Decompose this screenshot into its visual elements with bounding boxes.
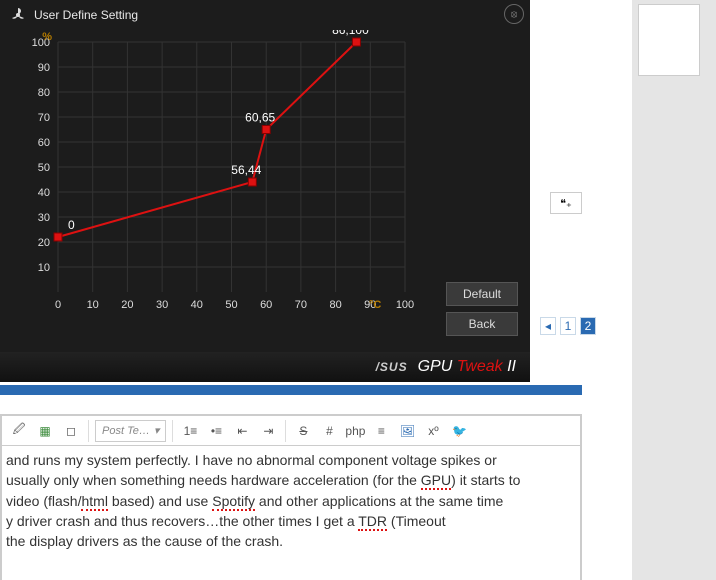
outdent-icon[interactable]: ⇤ bbox=[231, 420, 253, 442]
default-button[interactable]: Default bbox=[446, 282, 518, 306]
svg-text:60,65: 60,65 bbox=[245, 111, 275, 125]
chevron-down-icon: ▾ bbox=[154, 424, 160, 437]
svg-text:30: 30 bbox=[156, 299, 168, 311]
svg-text:70: 70 bbox=[38, 112, 50, 124]
svg-text:70: 70 bbox=[295, 299, 307, 311]
brand-bar: /SUS GPU Tweak II bbox=[0, 352, 530, 382]
svg-text:20: 20 bbox=[121, 299, 133, 311]
pager: ◂ 1 2 bbox=[540, 314, 596, 338]
svg-text:10: 10 bbox=[38, 262, 50, 274]
chat-icon[interactable]: ◻ bbox=[60, 420, 82, 442]
panel-title: User Define Setting bbox=[34, 8, 138, 22]
superscript-icon[interactable]: xº bbox=[422, 420, 444, 442]
svg-text:60: 60 bbox=[38, 137, 50, 149]
page-gutter bbox=[632, 0, 716, 580]
close-icon: ⦻ bbox=[511, 9, 518, 20]
strike-icon[interactable]: S bbox=[292, 420, 314, 442]
attach-icon[interactable]: 🖉 bbox=[8, 420, 30, 442]
svg-text:40: 40 bbox=[38, 187, 50, 199]
grid-icon[interactable]: ▦ bbox=[34, 420, 56, 442]
svg-text:20: 20 bbox=[38, 237, 50, 249]
twitter-icon[interactable]: 🐦 bbox=[448, 420, 470, 442]
asus-logo: /SUS bbox=[376, 360, 408, 374]
template-dropdown[interactable]: Post Te… ▾ bbox=[95, 420, 166, 442]
align-icon[interactable]: ≡ bbox=[370, 420, 392, 442]
side-thumbnail bbox=[638, 4, 700, 76]
ordered-list-icon[interactable]: 1≡ bbox=[179, 420, 201, 442]
fan-icon bbox=[10, 7, 26, 23]
section-divider bbox=[0, 385, 582, 395]
svg-text:80: 80 bbox=[38, 87, 50, 99]
template-placeholder: Post Te… bbox=[102, 425, 150, 437]
panel-header: User Define Setting bbox=[0, 0, 530, 30]
svg-text:30: 30 bbox=[38, 212, 50, 224]
svg-text:%: % bbox=[42, 31, 52, 43]
pager-page-2[interactable]: 2 bbox=[580, 317, 596, 335]
svg-text:°C: °C bbox=[369, 299, 381, 311]
pager-prev[interactable]: ◂ bbox=[540, 317, 556, 335]
svg-text:100: 100 bbox=[396, 299, 414, 311]
svg-text:10: 10 bbox=[87, 299, 99, 311]
svg-text:60: 60 bbox=[260, 299, 272, 311]
quote-button[interactable]: ❝₊ bbox=[550, 192, 582, 214]
back-button[interactable]: Back bbox=[446, 312, 518, 336]
svg-text:90: 90 bbox=[38, 62, 50, 74]
indent-icon[interactable]: ⇥ bbox=[257, 420, 279, 442]
svg-text:40: 40 bbox=[191, 299, 203, 311]
svg-text:56,44: 56,44 bbox=[231, 163, 261, 177]
gputweak-logo: GPU Tweak II bbox=[418, 358, 516, 376]
svg-text:50: 50 bbox=[38, 162, 50, 174]
svg-text:86,100: 86,100 bbox=[332, 30, 369, 37]
gpu-tweak-panel: User Define Setting ⦻ 10 20 30 40 50 60 70 80 90… bbox=[0, 0, 530, 382]
svg-text:80: 80 bbox=[329, 299, 341, 311]
code-icon[interactable]: php bbox=[344, 420, 366, 442]
svg-text:50: 50 bbox=[225, 299, 237, 311]
close-button[interactable]: ⦻ bbox=[504, 4, 524, 24]
unordered-list-icon[interactable]: •≡ bbox=[205, 420, 227, 442]
post-body[interactable]: and runs my system perfectly. I have no … bbox=[6, 450, 576, 551]
svg-text:0: 0 bbox=[68, 218, 75, 232]
fan-curve-chart[interactable]: 1020304050607080901000102030405060708090… bbox=[10, 30, 415, 320]
editor-toolbar: 🖉 ▦ ◻ Post Te… ▾ 1≡ •≡ ⇤ ⇥ S # php ≡ 🖼 x… bbox=[2, 416, 580, 446]
hash-icon[interactable]: # bbox=[318, 420, 340, 442]
image-icon[interactable]: 🖼 bbox=[396, 420, 418, 442]
pager-page-1[interactable]: 1 bbox=[560, 317, 576, 335]
svg-text:0: 0 bbox=[55, 299, 61, 311]
